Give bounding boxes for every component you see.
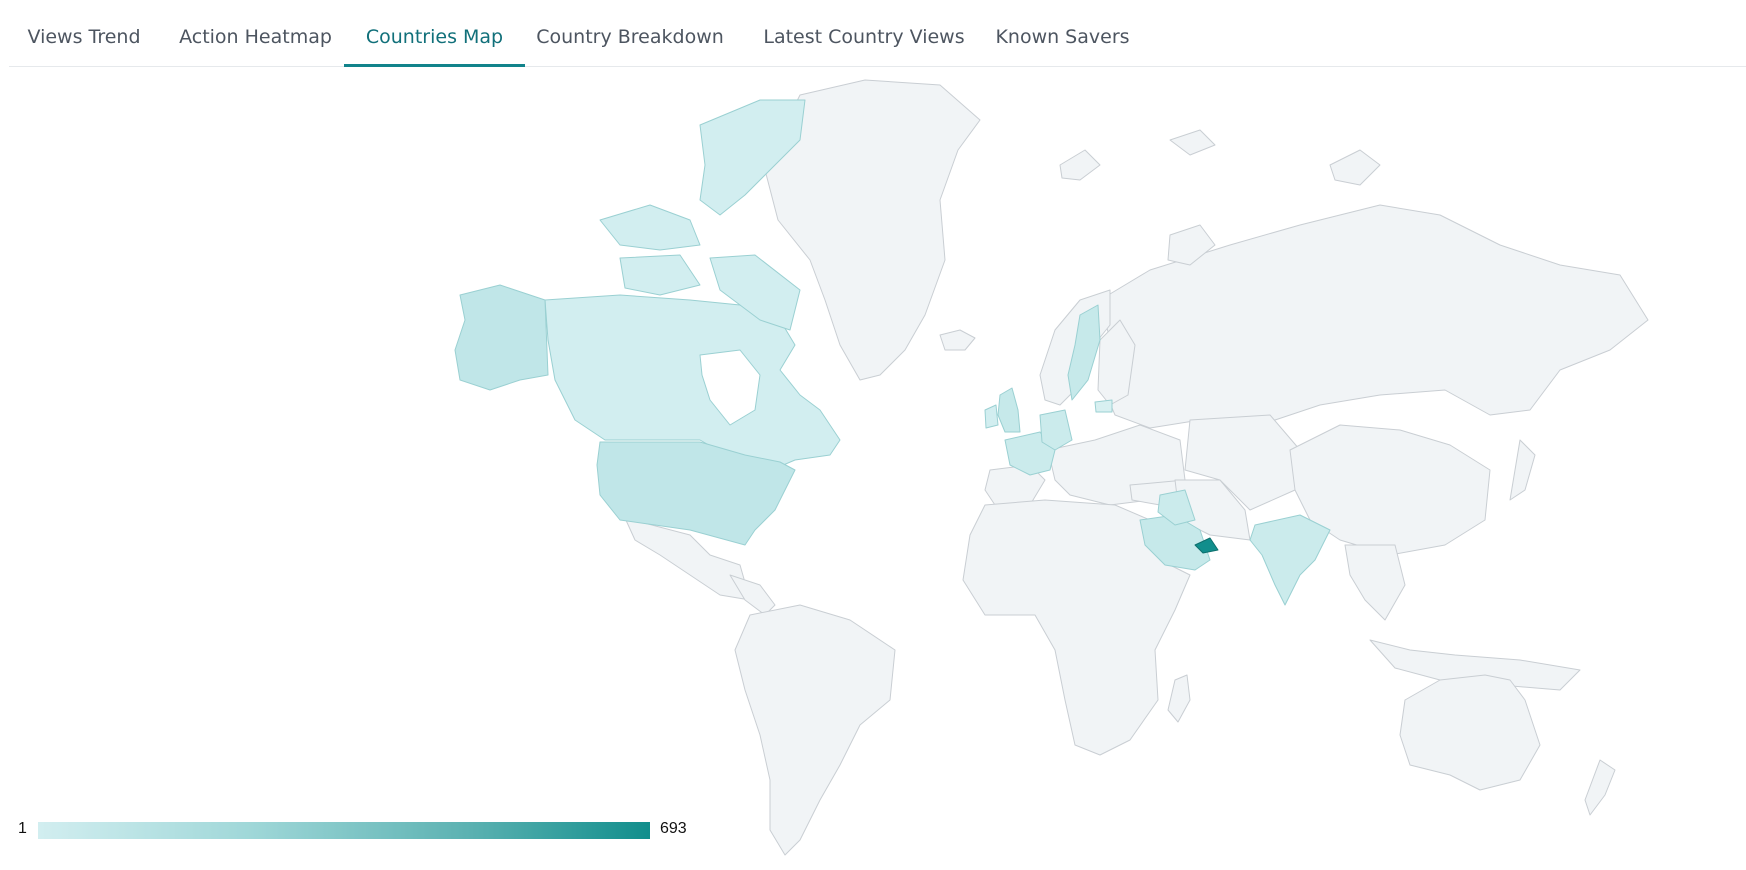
- region-southeast-asia[interactable]: [1344, 544, 1406, 621]
- region-franz-josef: [1169, 129, 1216, 156]
- legend-max-value: 693: [660, 820, 687, 837]
- country-ireland[interactable]: [984, 404, 999, 429]
- region-south-america[interactable]: [734, 604, 896, 856]
- country-madagascar[interactable]: [1167, 674, 1191, 723]
- tab-bar: Views Trend Action Heatmap Countries Map…: [9, 0, 1746, 67]
- tab-latest-country-views[interactable]: Latest Country Views: [753, 0, 975, 66]
- country-new-zealand[interactable]: [1584, 759, 1616, 816]
- country-united-kingdom[interactable]: [997, 387, 1021, 433]
- country-iceland[interactable]: [939, 329, 976, 351]
- region-svalbard: [1059, 149, 1101, 181]
- country-australia[interactable]: [1399, 674, 1541, 791]
- legend-color-scale: [38, 822, 650, 839]
- tab-country-breakdown[interactable]: Country Breakdown: [531, 0, 729, 66]
- region-canada-islands-2: [599, 204, 701, 251]
- country-usa-alaska[interactable]: [454, 284, 549, 391]
- countries-map: [0, 67, 1746, 870]
- world-choropleth-map: [454, 79, 1649, 856]
- tab-action-heatmap[interactable]: Action Heatmap: [173, 0, 338, 66]
- tab-views-trend[interactable]: Views Trend: [24, 0, 144, 66]
- country-latvia[interactable]: [1094, 399, 1113, 413]
- legend-min-value: 1: [18, 820, 27, 837]
- region-russia-islands-2: [1329, 149, 1381, 186]
- country-japan[interactable]: [1509, 439, 1536, 501]
- tab-known-savers[interactable]: Known Savers: [990, 0, 1135, 66]
- region-canada-islands-3: [619, 254, 701, 296]
- tab-countries-map[interactable]: Countries Map: [344, 0, 525, 67]
- country-germany[interactable]: [1039, 409, 1073, 451]
- country-india[interactable]: [1249, 514, 1331, 606]
